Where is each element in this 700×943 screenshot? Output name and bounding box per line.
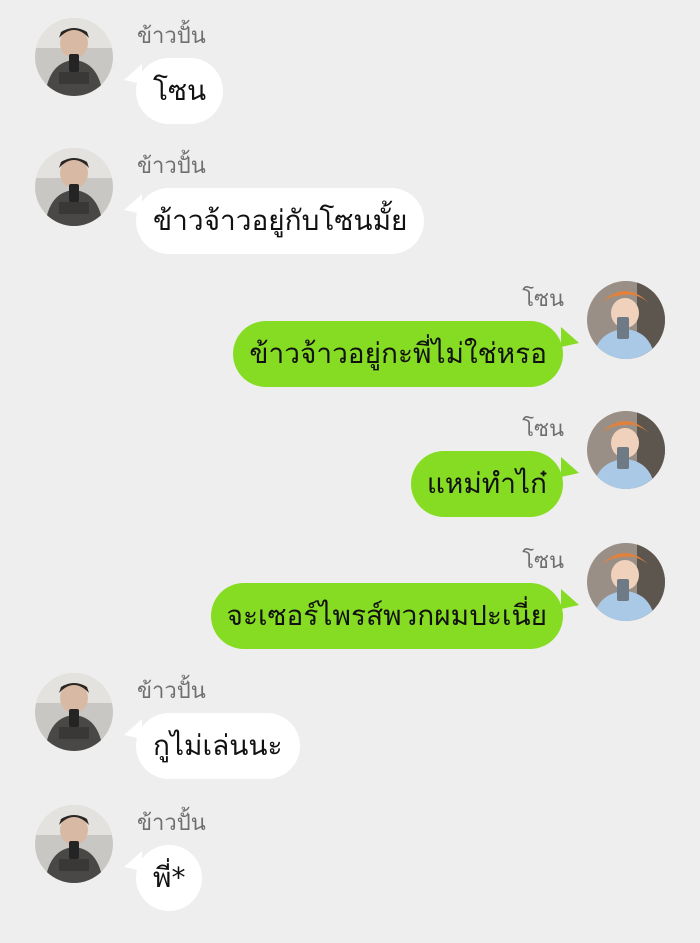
- avatar-zone[interactable]: [587, 543, 665, 621]
- avatar-zone[interactable]: [587, 281, 665, 359]
- message-outgoing: โซน แหม่ทำไก๋: [0, 393, 700, 523]
- avatar-khaopan[interactable]: [35, 148, 113, 226]
- avatar-khaopan[interactable]: [35, 18, 113, 96]
- avatar-khaopan[interactable]: [35, 673, 113, 751]
- message-bubble[interactable]: จะเซอร์ไพรส์พวกผมปะเนี่ย: [210, 583, 563, 649]
- message-outgoing: โซน ข้าวจ้าวอยู่กะพี่ไม่ใช่หรอ: [0, 263, 700, 393]
- sender-name: ข้าวปั้น: [137, 24, 206, 49]
- message-incoming: ข้าวปั้น พี่*: [0, 787, 700, 917]
- bubble-tail: [561, 457, 579, 477]
- avatar-khaopan[interactable]: [35, 805, 113, 883]
- message-incoming: ข้าวปั้น กูไม่เล่นนะ: [0, 655, 700, 785]
- message-bubble[interactable]: ข้าวจ้าวอยู่กะพี่ไม่ใช่หรอ: [233, 321, 563, 387]
- bubble-tail: [561, 589, 579, 609]
- message-bubble[interactable]: กูไม่เล่นนะ: [136, 713, 300, 779]
- bubble-tail: [561, 327, 579, 347]
- sender-name: ข้าวปั้น: [137, 811, 206, 836]
- avatar-zone[interactable]: [587, 411, 665, 489]
- message-outgoing: โซน จะเซอร์ไพรส์พวกผมปะเนี่ย: [0, 525, 700, 655]
- sender-name: โซน: [522, 549, 564, 574]
- message-bubble[interactable]: พี่*: [136, 845, 203, 911]
- message-bubble[interactable]: ข้าวจ้าวอยู่กับโซนมั้ย: [136, 188, 425, 254]
- sender-name: ข้าวปั้น: [137, 154, 206, 179]
- chat-thread: ข้าวปั้น โซน ข้าวปั้น ข้าวจ้าวอยู่กับโซน…: [0, 0, 700, 943]
- sender-name: โซน: [522, 417, 564, 442]
- message-bubble[interactable]: แหม่ทำไก๋: [410, 451, 563, 517]
- sender-name: ข้าวปั้น: [137, 679, 206, 704]
- message-incoming: ข้าวปั้น โซน: [0, 0, 700, 130]
- message-bubble[interactable]: โซน: [136, 58, 224, 124]
- message-incoming: ข้าวปั้น ข้าวจ้าวอยู่กับโซนมั้ย: [0, 130, 700, 260]
- sender-name: โซน: [522, 287, 564, 312]
